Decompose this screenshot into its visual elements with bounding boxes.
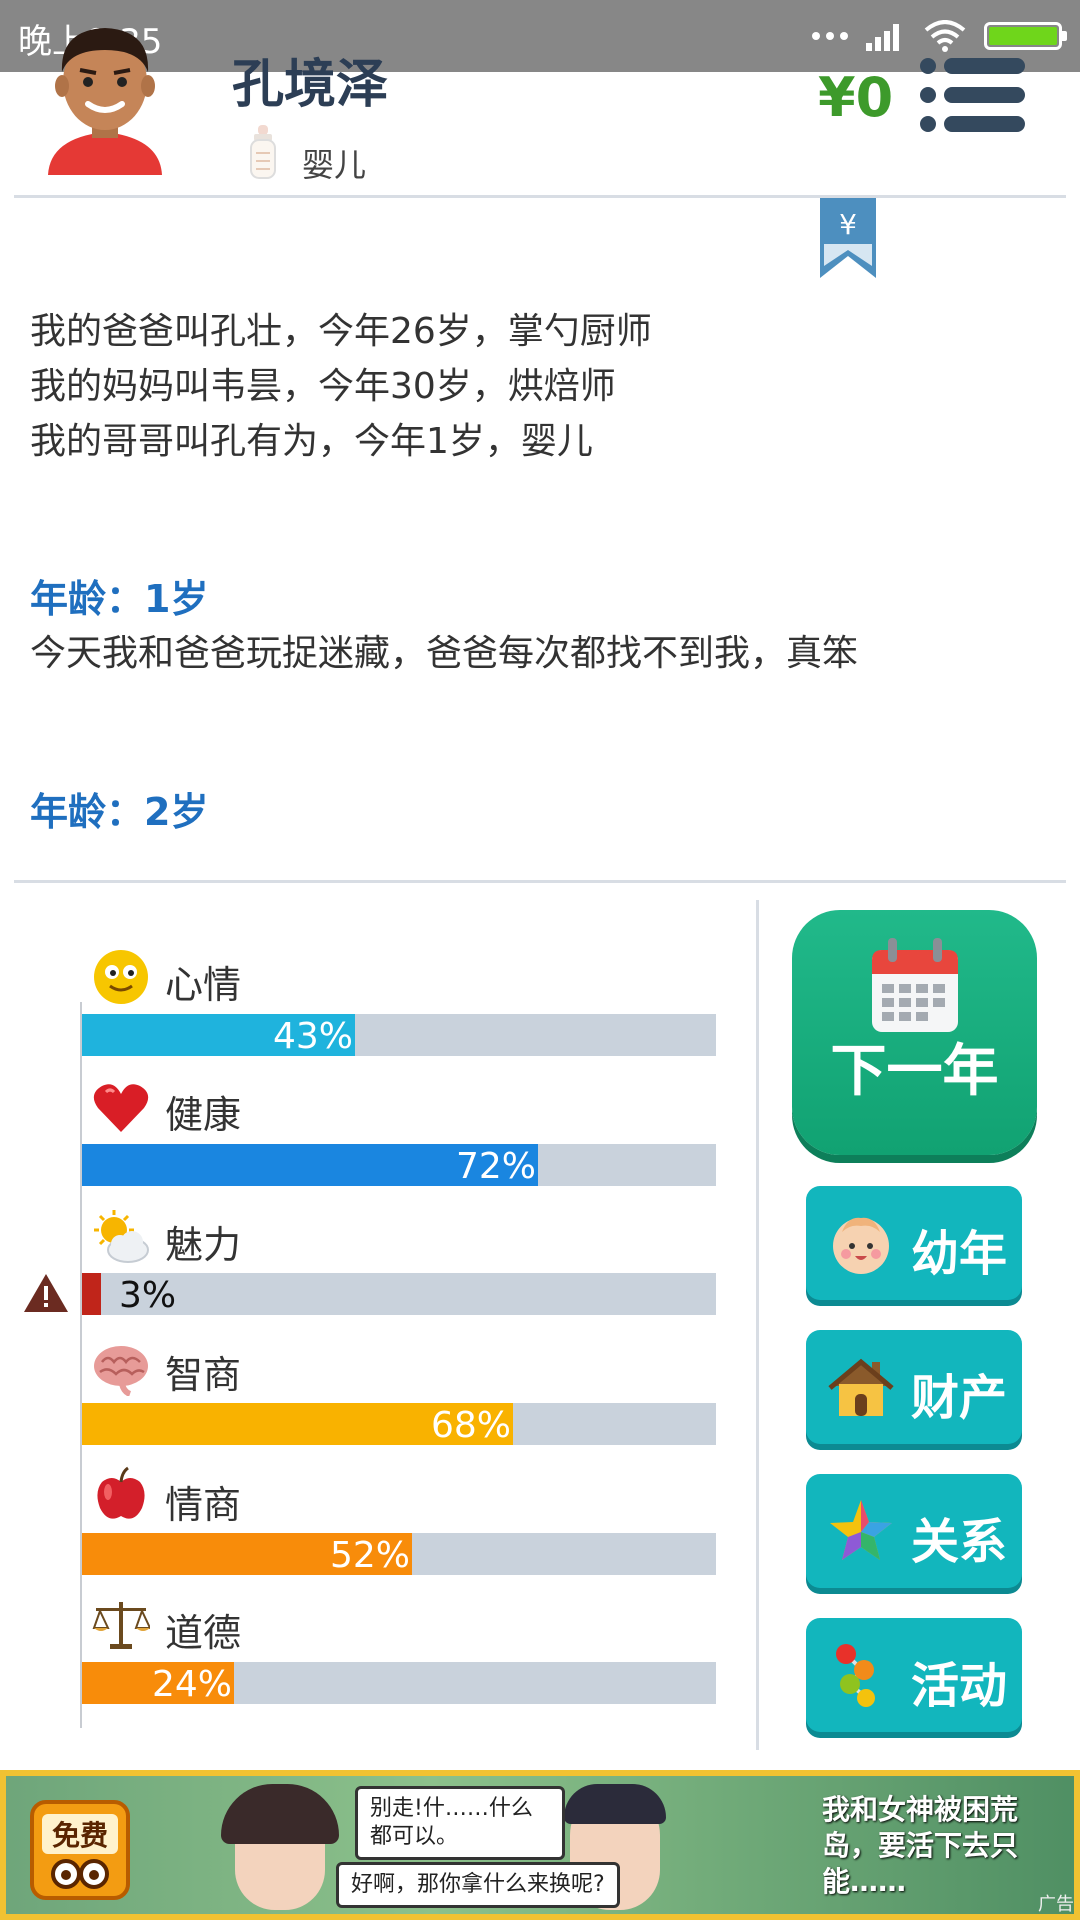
stats-axis-line (80, 1002, 82, 1728)
relations-label: 关系 (911, 1514, 1008, 1570)
panel-divider (756, 900, 759, 1750)
stat-bar-mood: 43% (82, 1014, 716, 1057)
age-heading-2: 年龄：2岁 (30, 790, 209, 834)
smiley-icon (94, 950, 148, 1004)
stat-value-morality: 24% (151, 1664, 232, 1705)
stat-label-morality: 道德 (165, 1611, 242, 1655)
avatar[interactable] (40, 20, 170, 175)
stat-label-health: 健康 (165, 1093, 242, 1137)
calendar-icon (872, 938, 958, 1032)
ad-free-text: 免费 (42, 1814, 118, 1854)
activities-label: 活动 (911, 1658, 1008, 1714)
star-icon (830, 1500, 892, 1560)
ad-speech-bubble-1: 别走!什……什么都可以。 (355, 1786, 565, 1860)
stat-label-mood: 心情 (165, 963, 242, 1007)
ad-character-woman (221, 1784, 339, 1910)
age-event-1: 今天我和爸爸玩捉迷藏，爸爸每次都找不到我，真笨 (30, 633, 859, 674)
bookmark-icon[interactable]: ¥ (820, 198, 876, 278)
ad-headline: 我和女神被困荒岛，要活下去只能…… (822, 1793, 1019, 1898)
money-balance: ¥0 (818, 66, 894, 129)
bookmark-symbol: ¥ (839, 208, 857, 241)
stat-label-iq: 智商 (165, 1353, 242, 1397)
heart-icon (93, 1084, 149, 1132)
battery-icon (984, 22, 1067, 50)
baby-bottle-icon (250, 125, 276, 179)
stat-bar-iq: 68% (82, 1403, 716, 1446)
activity-dots-icon (836, 1644, 875, 1707)
menu-button[interactable] (920, 58, 1025, 132)
ad-speech-bubble-2: 好啊，那你拿什么来换呢? (336, 1862, 620, 1908)
stat-label-charm: 魅力 (165, 1223, 242, 1267)
family-line-mother: 我的妈妈叫韦昙，今年30岁，烘焙师 (30, 366, 616, 407)
player-name: 孔境泽 (232, 55, 389, 115)
more-dots-icon (812, 32, 848, 40)
stat-fill-charm (82, 1273, 101, 1315)
stat-value-charm: 3% (119, 1275, 177, 1316)
warning-icon (24, 1274, 68, 1312)
glasses-face-icon (51, 1859, 109, 1889)
stat-bar-health: 72% (82, 1144, 716, 1187)
house-icon (828, 1358, 894, 1416)
stat-value-eq: 52% (329, 1535, 410, 1576)
ad-banner[interactable]: 免费 别走!什……什么都可以。 好啊，那你拿什么来换呢? 我和女神被困荒岛，要活… (0, 1770, 1080, 1920)
baby-face-icon (833, 1217, 889, 1274)
activities-button[interactable]: 活动 (806, 1618, 1022, 1732)
relations-button[interactable]: 关系 (806, 1474, 1022, 1588)
signal-icon (866, 24, 899, 51)
status-icons (812, 14, 1067, 58)
wifi-icon (924, 20, 966, 52)
childhood-label: 幼年 (911, 1226, 1008, 1282)
header-divider (14, 195, 1066, 198)
property-label: 财产 (911, 1370, 1008, 1426)
stat-bar-charm: 3% (82, 1273, 716, 1316)
age-heading-1: 年龄：1岁 (30, 577, 209, 621)
next-year-button[interactable]: 下一年 (792, 910, 1037, 1155)
family-line-father: 我的爸爸叫孔壮，今年26岁，掌勺厨师 (30, 311, 652, 352)
stat-value-iq: 68% (430, 1405, 511, 1446)
next-year-label: 下一年 (830, 1039, 999, 1104)
apple-icon (97, 1466, 145, 1519)
life-stage-label: 婴儿 (302, 146, 367, 184)
stat-value-mood: 43% (272, 1016, 353, 1057)
ad-label: 广告 (1038, 1894, 1074, 1915)
stat-label-eq: 情商 (165, 1483, 242, 1527)
scales-icon (92, 1602, 150, 1649)
family-line-brother: 我的哥哥叫孔有为，今年1岁，婴儿 (30, 421, 593, 462)
stat-bar-morality: 24% (82, 1662, 716, 1705)
property-button[interactable]: 财产 (806, 1330, 1022, 1444)
stat-bar-eq: 52% (82, 1533, 716, 1576)
stat-value-health: 72% (455, 1146, 536, 1187)
childhood-button[interactable]: 幼年 (806, 1186, 1022, 1300)
log-divider (14, 880, 1066, 883)
ad-free-badge: 免费 (30, 1800, 130, 1900)
sun-cloud-icon (94, 1210, 149, 1263)
brain-icon (94, 1346, 148, 1396)
